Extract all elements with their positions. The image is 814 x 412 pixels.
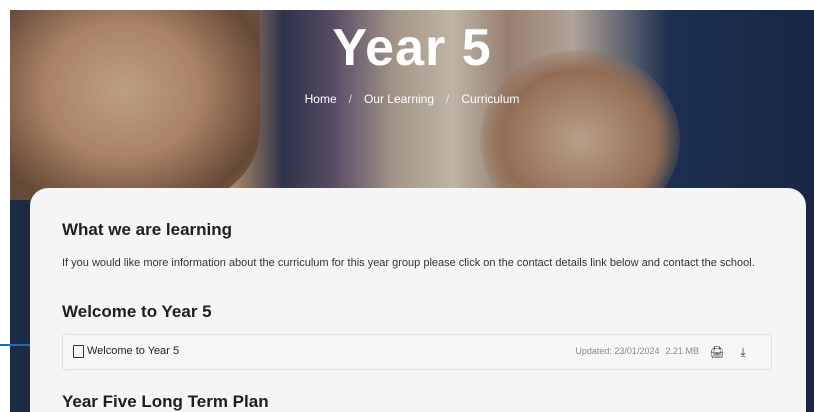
content-card: What we are learning If you would like m… xyxy=(30,188,806,412)
section-heading-plan: Year Five Long Term Plan xyxy=(62,392,269,411)
file-updated: Updated: 23/01/2024 xyxy=(575,346,660,356)
file-row[interactable]: Welcome to Year 5 Updated: 23/01/2024 2.2… xyxy=(62,334,772,370)
breadcrumb-curriculum: Curriculum xyxy=(461,92,520,106)
file-meta: Updated: 23/01/2024 2.21 MB xyxy=(569,346,699,356)
page-title: Year 5 xyxy=(332,19,492,77)
breadcrumb-home[interactable]: Home xyxy=(305,92,337,106)
document-icon xyxy=(73,345,84,358)
breadcrumb-separator: / xyxy=(446,92,450,106)
breadcrumb-separator: / xyxy=(348,92,352,106)
hero-edge xyxy=(10,200,30,412)
printer-icon[interactable]: 🖨 xyxy=(709,344,725,360)
intro-text: If you would like more information about… xyxy=(62,257,755,269)
section-heading-welcome: Welcome to Year 5 xyxy=(62,302,212,321)
breadcrumb: Home / Our Learning / Curriculum xyxy=(10,92,814,106)
file-name[interactable]: Welcome to Year 5 xyxy=(87,345,179,357)
section-heading-learning: What we are learning xyxy=(62,220,233,239)
file-size: 2.21 MB xyxy=(665,346,699,356)
download-icon[interactable]: ⤓ xyxy=(735,344,751,360)
breadcrumb-our-learning[interactable]: Our Learning xyxy=(364,92,434,106)
